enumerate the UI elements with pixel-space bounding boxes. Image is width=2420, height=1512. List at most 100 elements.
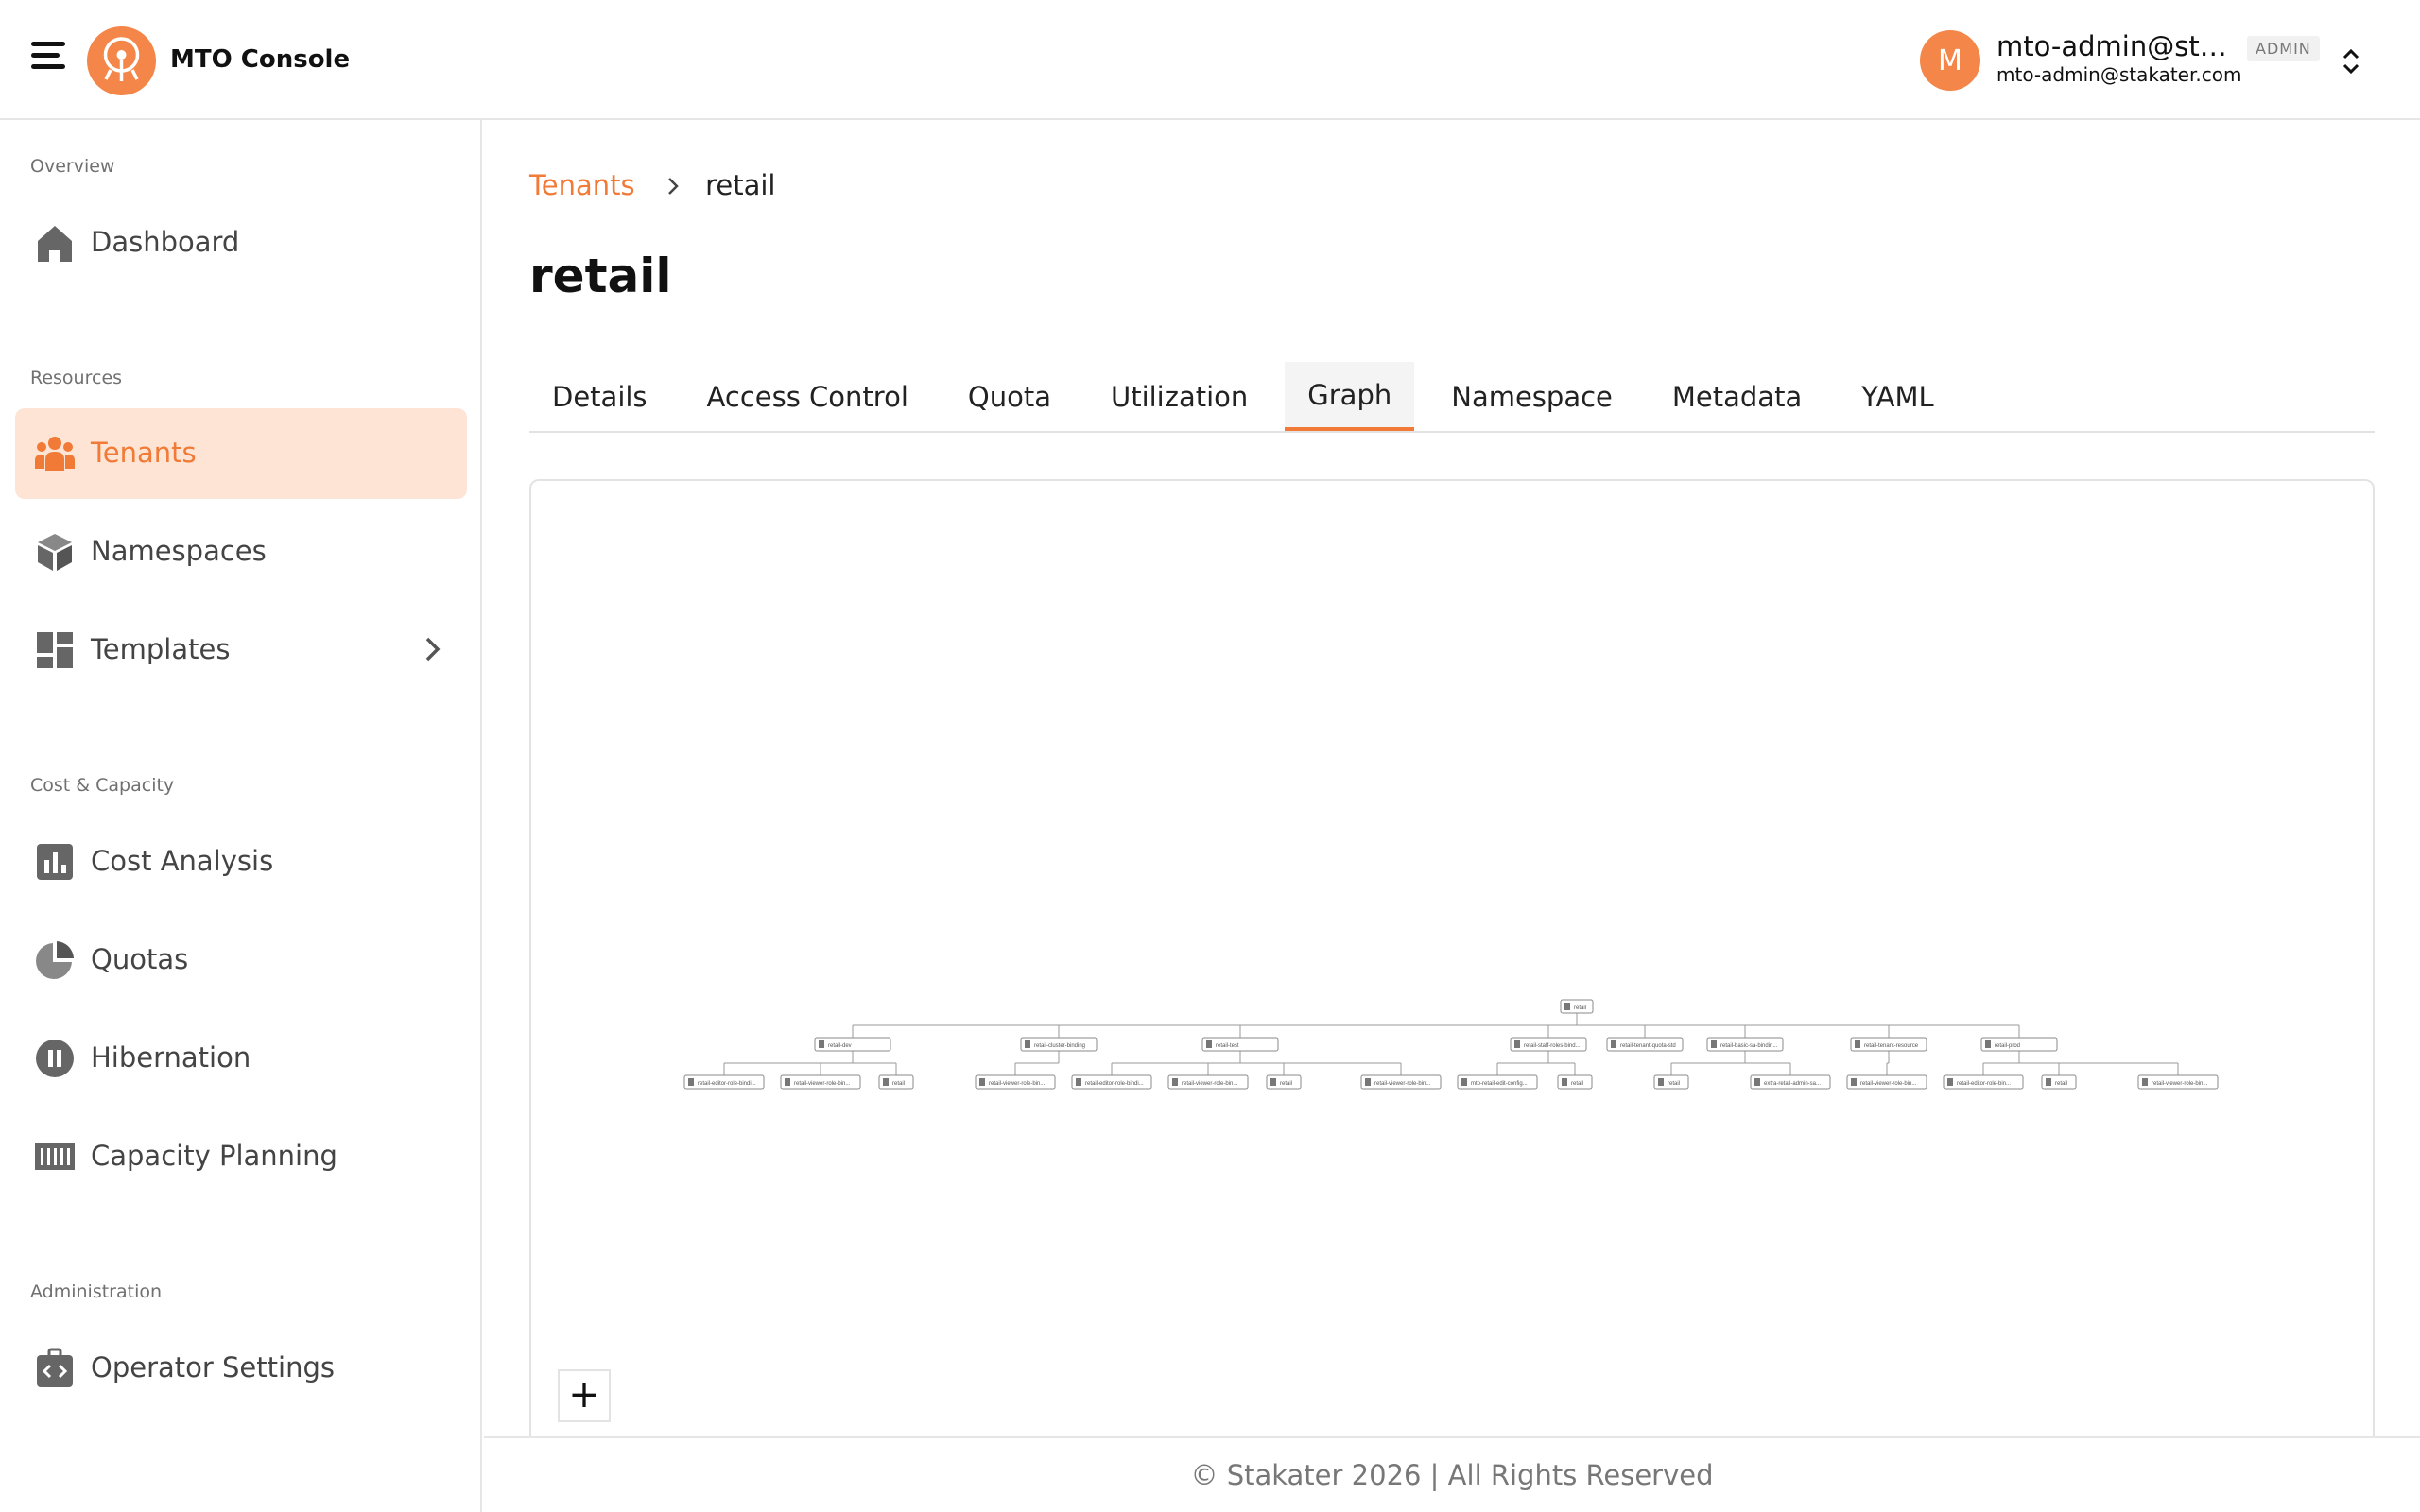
chevron-up-down-icon[interactable] — [2337, 45, 2365, 77]
graph-node[interactable]: retail-test — [1201, 1037, 1279, 1052]
role-badge: ADMIN — [2247, 36, 2320, 61]
tab-utilization[interactable]: Utilization — [1088, 362, 1270, 431]
graph-node-label: retail — [892, 1081, 905, 1087]
graph-node-label: retail — [1571, 1081, 1583, 1087]
graph-node[interactable]: retail-staff-roles-bind... — [1510, 1037, 1587, 1052]
graph-node-label: retail-editor-role-bindi... — [698, 1081, 756, 1087]
graph-node[interactable]: retail-editor-role-bin... — [1943, 1074, 2024, 1090]
app-title: MTO Console — [170, 45, 351, 74]
graph-node-label: retail-viewer-role-bin... — [1182, 1081, 1238, 1087]
graph-node-label: extra-retail-admin-sa... — [1764, 1081, 1821, 1087]
graph-node-label: retail-editor-role-bindi... — [1085, 1081, 1144, 1087]
user-avatar[interactable]: M — [1920, 30, 1980, 91]
mto-logo-icon[interactable] — [87, 26, 156, 95]
graph-node[interactable]: retail-viewer-role-bin... — [975, 1074, 1056, 1090]
graph-node[interactable]: retail — [1653, 1074, 1689, 1090]
graph-node[interactable]: retail — [1557, 1074, 1593, 1090]
graph-node-label: retail — [2055, 1081, 2067, 1087]
graph-node[interactable]: retail-tenant-quota-std — [1606, 1037, 1684, 1052]
tab-graph[interactable]: Graph — [1285, 362, 1415, 431]
graph-node[interactable]: retail-viewer-role-bin... — [1360, 1074, 1442, 1090]
graph-node[interactable]: retail — [2041, 1074, 2077, 1090]
sidebar-item-label: Capacity Planning — [91, 1140, 337, 1172]
pie-chart-icon — [34, 939, 76, 981]
tab-metadata[interactable]: Metadata — [1650, 362, 1824, 431]
graph-node[interactable]: retail-tenant-resource — [1850, 1037, 1927, 1052]
top-bar: MTO Console M mto-admin@sta... mto-admin… — [0, 0, 2420, 120]
sidebar-item-quotas[interactable]: Quotas — [15, 915, 467, 1005]
sidebar-item-namespaces[interactable]: Namespaces — [15, 507, 467, 597]
zoom-in-button[interactable]: + — [558, 1369, 611, 1422]
sidebar-item-templates[interactable]: Templates — [15, 605, 467, 696]
main-content: Tenants retail retail Details Access Con… — [484, 120, 2420, 1462]
graph-node[interactable]: retail — [1266, 1074, 1302, 1090]
chevron-right-icon — [666, 171, 680, 203]
graph-node[interactable]: retail — [878, 1074, 914, 1090]
sidebar-item-label: Namespaces — [91, 535, 267, 567]
graph-node-label: retail-prod — [1995, 1043, 2020, 1049]
section-label-overview: Overview — [30, 156, 115, 177]
graph-node[interactable]: mto-retail-edit-config... — [1457, 1074, 1538, 1090]
sidebar-item-cost-analysis[interactable]: Cost Analysis — [15, 816, 467, 907]
users-icon — [34, 433, 76, 474]
sidebar-item-label: Templates — [91, 633, 231, 665]
graph-node[interactable]: retail-basic-sa-bindin... — [1706, 1037, 1784, 1052]
sidebar-item-capacity-planning[interactable]: Capacity Planning — [15, 1111, 467, 1202]
sidebar-item-label: Operator Settings — [91, 1351, 335, 1383]
graph-panel[interactable]: retail retail-dev retail-cluster-binding re… — [529, 479, 2375, 1462]
tab-namespace[interactable]: Namespace — [1428, 362, 1635, 431]
footer: © Stakater 2026 | All Rights Reserved — [484, 1436, 2420, 1512]
graph-node[interactable]: extra-retail-admin-sa... — [1750, 1074, 1831, 1090]
sidebar-item-label: Hibernation — [91, 1041, 251, 1074]
sidebar-item-label: Tenants — [91, 437, 197, 469]
tab-quota[interactable]: Quota — [945, 362, 1074, 431]
graph-node-label: mto-retail-edit-config... — [1471, 1081, 1528, 1087]
menu-icon[interactable] — [31, 42, 65, 76]
tenant-graph[interactable]: retail retail-dev retail-cluster-binding re… — [531, 481, 2375, 1462]
graph-node[interactable]: retail-prod — [1980, 1037, 2058, 1052]
graph-node-label: retail-basic-sa-bindin... — [1720, 1043, 1778, 1049]
user-name: mto-admin@sta... — [1996, 30, 2233, 62]
graph-node-root[interactable]: retail — [1560, 999, 1594, 1014]
graph-node-label: retail-viewer-role-bin... — [2152, 1081, 2208, 1087]
tab-access-control[interactable]: Access Control — [684, 362, 931, 431]
user-email: mto-admin@stakater.com — [1996, 63, 2242, 86]
graph-node[interactable]: retail-viewer-role-bin... — [1167, 1074, 1249, 1090]
sidebar-item-label: Cost Analysis — [91, 845, 274, 877]
grid-icon — [34, 629, 76, 671]
graph-node-label: retail-viewer-role-bin... — [989, 1081, 1046, 1087]
graph-node-label: retail-tenant-quota-std — [1620, 1043, 1676, 1049]
breadcrumb-tenants-link[interactable]: Tenants — [529, 169, 635, 201]
graph-node[interactable]: retail-viewer-role-bin... — [1846, 1074, 1927, 1090]
graph-node[interactable]: retail-viewer-role-bin... — [2137, 1074, 2219, 1090]
graph-node-label: retail-tenant-resource — [1864, 1043, 1919, 1049]
sidebar: Overview Dashboard Resources Tenants Nam… — [0, 120, 482, 1512]
graph-node[interactable]: retail-editor-role-bindi... — [1071, 1074, 1152, 1090]
sidebar-item-hibernation[interactable]: Hibernation — [15, 1013, 467, 1104]
tab-bar: Details Access Control Quota Utilization… — [529, 362, 2375, 433]
graph-node-label: retail — [1668, 1081, 1680, 1087]
section-label-resources: Resources — [30, 368, 123, 388]
barcode-icon — [34, 1136, 76, 1177]
graph-node[interactable]: retail-cluster-binding — [1020, 1037, 1098, 1052]
tab-yaml[interactable]: YAML — [1839, 362, 1956, 431]
section-label-administration: Administration — [30, 1281, 163, 1302]
sidebar-item-tenants[interactable]: Tenants — [15, 408, 467, 499]
graph-node-label: retail-staff-roles-bind... — [1524, 1043, 1581, 1049]
breadcrumb: Tenants retail — [529, 169, 775, 203]
sidebar-item-label: Dashboard — [91, 226, 240, 258]
code-briefcase-icon — [34, 1348, 76, 1389]
graph-node[interactable]: retail-dev — [814, 1037, 891, 1052]
sidebar-item-operator-settings[interactable]: Operator Settings — [15, 1323, 467, 1414]
chevron-right-icon[interactable] — [418, 635, 446, 663]
graph-node-label: retail-viewer-role-bin... — [1374, 1081, 1431, 1087]
graph-node[interactable]: retail-editor-role-bindi... — [683, 1074, 765, 1090]
breadcrumb-current: retail — [705, 169, 776, 201]
bar-chart-icon — [34, 841, 76, 883]
graph-node[interactable]: retail-viewer-role-bin... — [780, 1074, 861, 1090]
graph-node-label: retail — [1574, 1005, 1586, 1011]
graph-node-label: retail-test — [1216, 1043, 1239, 1049]
graph-node-label: retail-viewer-role-bin... — [794, 1081, 851, 1087]
sidebar-item-dashboard[interactable]: Dashboard — [15, 198, 467, 288]
tab-details[interactable]: Details — [529, 362, 670, 431]
